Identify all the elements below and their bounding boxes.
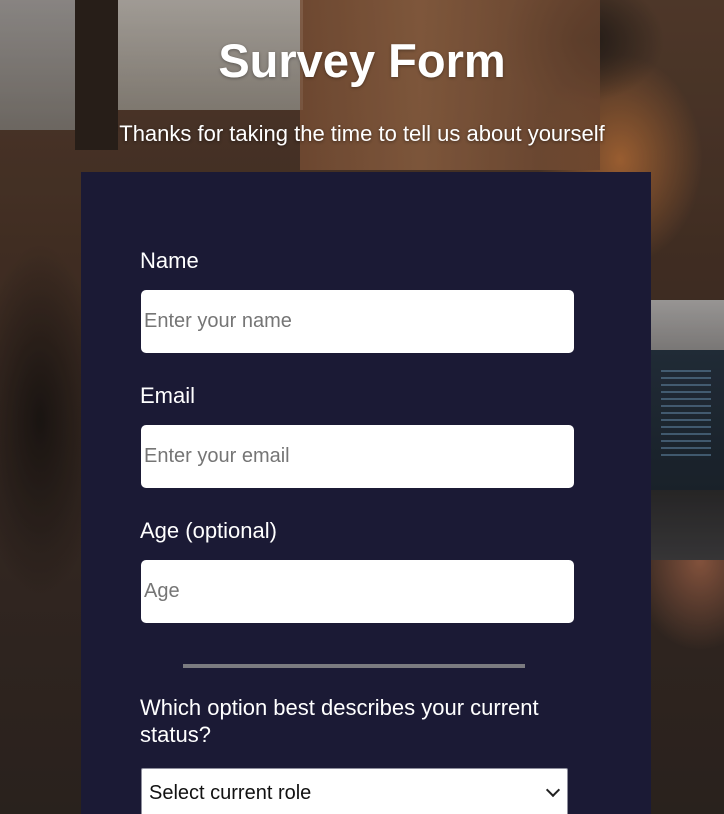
- page-title: Survey Form: [218, 34, 506, 87]
- age-input[interactable]: [141, 560, 574, 623]
- age-label: Age (optional): [140, 518, 277, 543]
- role-select[interactable]: Select current role: [141, 768, 568, 814]
- status-question: Which option best describes your current…: [140, 695, 539, 747]
- survey-form: Name Email Age (optional) Which option b…: [81, 172, 651, 814]
- email-label: Email: [140, 383, 196, 408]
- role-select-value: Select current role: [149, 782, 312, 804]
- chevron-down-icon: [545, 782, 561, 798]
- section-divider: [183, 664, 525, 668]
- name-input[interactable]: [141, 290, 574, 353]
- email-input[interactable]: [141, 425, 574, 488]
- page-description: Thanks for taking the time to tell us ab…: [119, 121, 605, 146]
- name-label: Name: [140, 248, 199, 273]
